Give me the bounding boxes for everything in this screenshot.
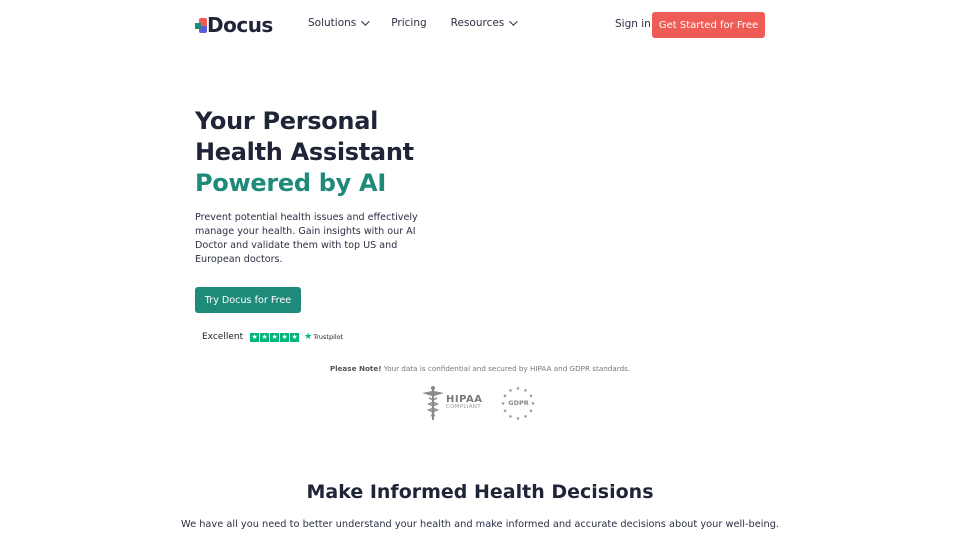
star-icon: ★ bbox=[250, 332, 260, 342]
star-icon: ★ bbox=[270, 332, 280, 342]
hero-description: Prevent potential health issues and effe… bbox=[195, 212, 418, 265]
logo-mark-icon bbox=[195, 16, 209, 34]
main-nav: Solutions Pricing Resources bbox=[308, 17, 539, 29]
gdpr-star: ★ bbox=[529, 409, 534, 415]
hero-title: Your Personal Health Assistant Powered b… bbox=[195, 106, 414, 199]
gdpr-star: ★ bbox=[524, 414, 529, 420]
gdpr-star: ★ bbox=[509, 388, 514, 394]
star-icon: ★ bbox=[280, 332, 290, 342]
hero-title-line1: Your Personal bbox=[195, 107, 379, 135]
gdpr-star: ★ bbox=[503, 409, 508, 415]
gdpr-star: ★ bbox=[516, 386, 521, 392]
trustpilot-brand: Trustpilot bbox=[313, 333, 344, 341]
trustpilot-stars: ★ ★ ★ ★ ★ bbox=[250, 332, 300, 342]
section-description: We have all you need to better understan… bbox=[180, 519, 780, 530]
star-icon: ★ bbox=[290, 332, 300, 342]
compliance-badges: HIPAA COMPLIANT ★ ★ ★ ★ ★ ★ ★ ★ ★ ★ ★ ★ GDPR bbox=[422, 385, 536, 422]
caduceus-icon bbox=[422, 386, 444, 420]
trustpilot-logo: ★ Trustpilot bbox=[304, 332, 343, 342]
trustpilot-rating[interactable]: Excellent ★ ★ ★ ★ ★ ★ Trustpilot bbox=[202, 332, 343, 342]
nav-solutions-label: Solutions bbox=[308, 17, 357, 29]
nav-resources-label: Resources bbox=[450, 17, 505, 29]
sign-in-link[interactable]: Sign in bbox=[615, 18, 651, 30]
docus-logo[interactable]: Docus bbox=[195, 14, 273, 36]
privacy-note: Please Note! Your data is confidential a… bbox=[0, 364, 960, 373]
gdpr-star: ★ bbox=[516, 416, 521, 421]
gdpr-star: ★ bbox=[524, 388, 529, 394]
privacy-note-bold: Please Note! bbox=[329, 364, 382, 373]
get-started-button[interactable]: Get Started for Free bbox=[652, 12, 765, 38]
hipaa-subtitle: COMPLIANT bbox=[446, 404, 481, 411]
site-header: Docus Solutions Pricing Resources Sign i… bbox=[0, 0, 960, 50]
hero-title-accent: Powered by AI bbox=[195, 169, 386, 197]
try-docus-button[interactable]: Try Docus for Free bbox=[195, 287, 301, 313]
nav-resources[interactable]: Resources bbox=[450, 17, 518, 29]
gdpr-label: GDPR bbox=[508, 399, 529, 407]
hipaa-text: HIPAA COMPLIANT bbox=[446, 395, 482, 411]
hipaa-badge: HIPAA COMPLIANT bbox=[422, 385, 482, 421]
chevron-down-icon bbox=[361, 17, 370, 26]
gdpr-badge: ★ ★ ★ ★ ★ ★ ★ ★ ★ ★ ★ ★ GDPR bbox=[500, 385, 536, 422]
chevron-down-icon bbox=[509, 17, 518, 26]
privacy-note-text: Your data is confidential and secured by… bbox=[381, 364, 631, 373]
nav-pricing-label: Pricing bbox=[391, 17, 427, 29]
gdpr-star: ★ bbox=[509, 414, 514, 420]
logo-text: Docus bbox=[207, 13, 273, 37]
section-title: Make Informed Health Decisions bbox=[306, 481, 654, 503]
trustpilot-star-icon: ★ bbox=[304, 332, 313, 342]
hero-title-line2: Health Assistant bbox=[195, 138, 414, 166]
nav-pricing[interactable]: Pricing bbox=[391, 17, 426, 29]
star-icon: ★ bbox=[260, 332, 270, 342]
nav-solutions[interactable]: Solutions bbox=[308, 17, 370, 29]
trustpilot-label: Excellent bbox=[202, 332, 244, 342]
